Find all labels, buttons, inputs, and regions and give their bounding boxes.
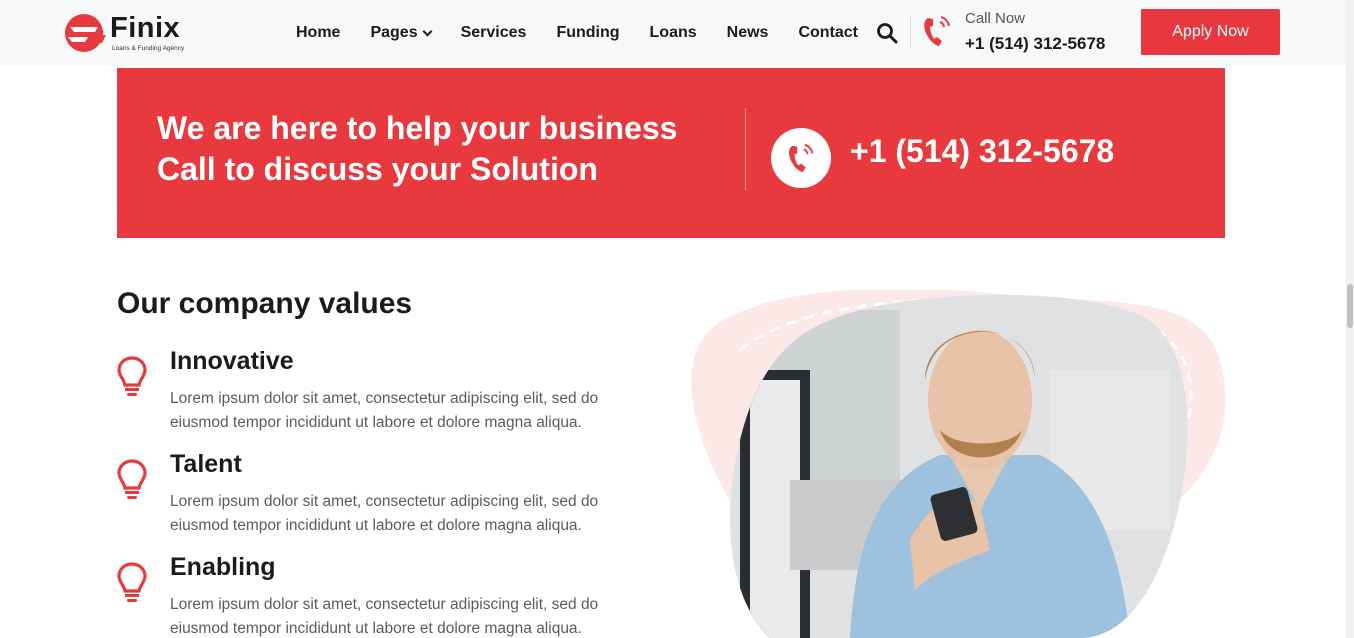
banner-phone-icon-circle [771,128,831,188]
nav-funding[interactable]: Funding [556,24,619,42]
nav-label: Pages [370,24,418,41]
apply-now-button[interactable]: Apply Now [1141,9,1280,55]
nav-services[interactable]: Services [461,24,527,42]
logo[interactable]: Finix Loans & Funding Agency [60,10,200,56]
phone-ringing-icon [924,16,950,46]
logo-tagline: Loans & Funding Agency [112,45,185,52]
nav-label: Services [460,24,527,41]
lightbulb-icon [117,459,147,499]
banner-phone-link[interactable]: +1 (514) 312-5678 [850,133,1114,170]
value-title: Enabling [170,553,276,581]
finix-logo-icon [65,14,106,52]
scrollbar-thumb[interactable] [1347,284,1353,328]
main-nav: Home Pages Services Funding Loans News C… [296,0,888,66]
nav-label: Loans [649,24,697,41]
value-item-enabling: Enabling Lorem ipsum dolor sit amet, con… [117,553,637,638]
nav-label: Home [296,24,341,41]
value-title: Innovative [170,347,294,375]
phone-ringing-icon [789,143,814,173]
lightbulb-icon [117,562,147,602]
chevron-down-icon [422,26,433,36]
value-description: Lorem ipsum dolor sit amet, consectetur … [170,493,599,534]
nav-loans[interactable]: Loans [650,24,697,42]
banner-heading-line2: Call to discuss your Solution [157,151,598,187]
value-item-innovative: Innovative Lorem ipsum dolor sit amet, c… [117,347,637,447]
banner-divider [745,108,746,190]
call-to-action-banner: We are here to help your business Call t… [117,68,1225,238]
banner-heading-line1: We are here to help your business [157,110,678,146]
value-description: Lorem ipsum dolor sit amet, consectetur … [170,596,599,637]
nav-news[interactable]: News [727,24,769,42]
nav-label: Funding [556,24,620,41]
value-title: Talent [170,450,242,478]
call-now-label: Call Now [965,10,1026,27]
nav-home[interactable]: Home [296,24,340,42]
site-header: Finix Loans & Funding Agency Home Pages … [0,0,1346,66]
nav-label: News [726,24,769,41]
nav-pages[interactable]: Pages [370,24,433,42]
value-description: Lorem ipsum dolor sit amet, consectetur … [170,390,599,431]
search-icon[interactable] [876,22,898,44]
company-values-title: Our company values [117,287,413,320]
logo-text: Finix [110,12,181,44]
lightbulb-icon [117,356,147,396]
value-item-talent: Talent Lorem ipsum dolor sit amet, conse… [117,450,637,550]
header-divider [910,17,911,47]
nav-contact[interactable]: Contact [798,24,858,42]
nav-label: Contact [798,24,859,41]
team-photo [691,290,1226,638]
page-scrollbar[interactable] [1346,0,1354,638]
header-phone-link[interactable]: +1 (514) 312-5678 [965,34,1105,54]
